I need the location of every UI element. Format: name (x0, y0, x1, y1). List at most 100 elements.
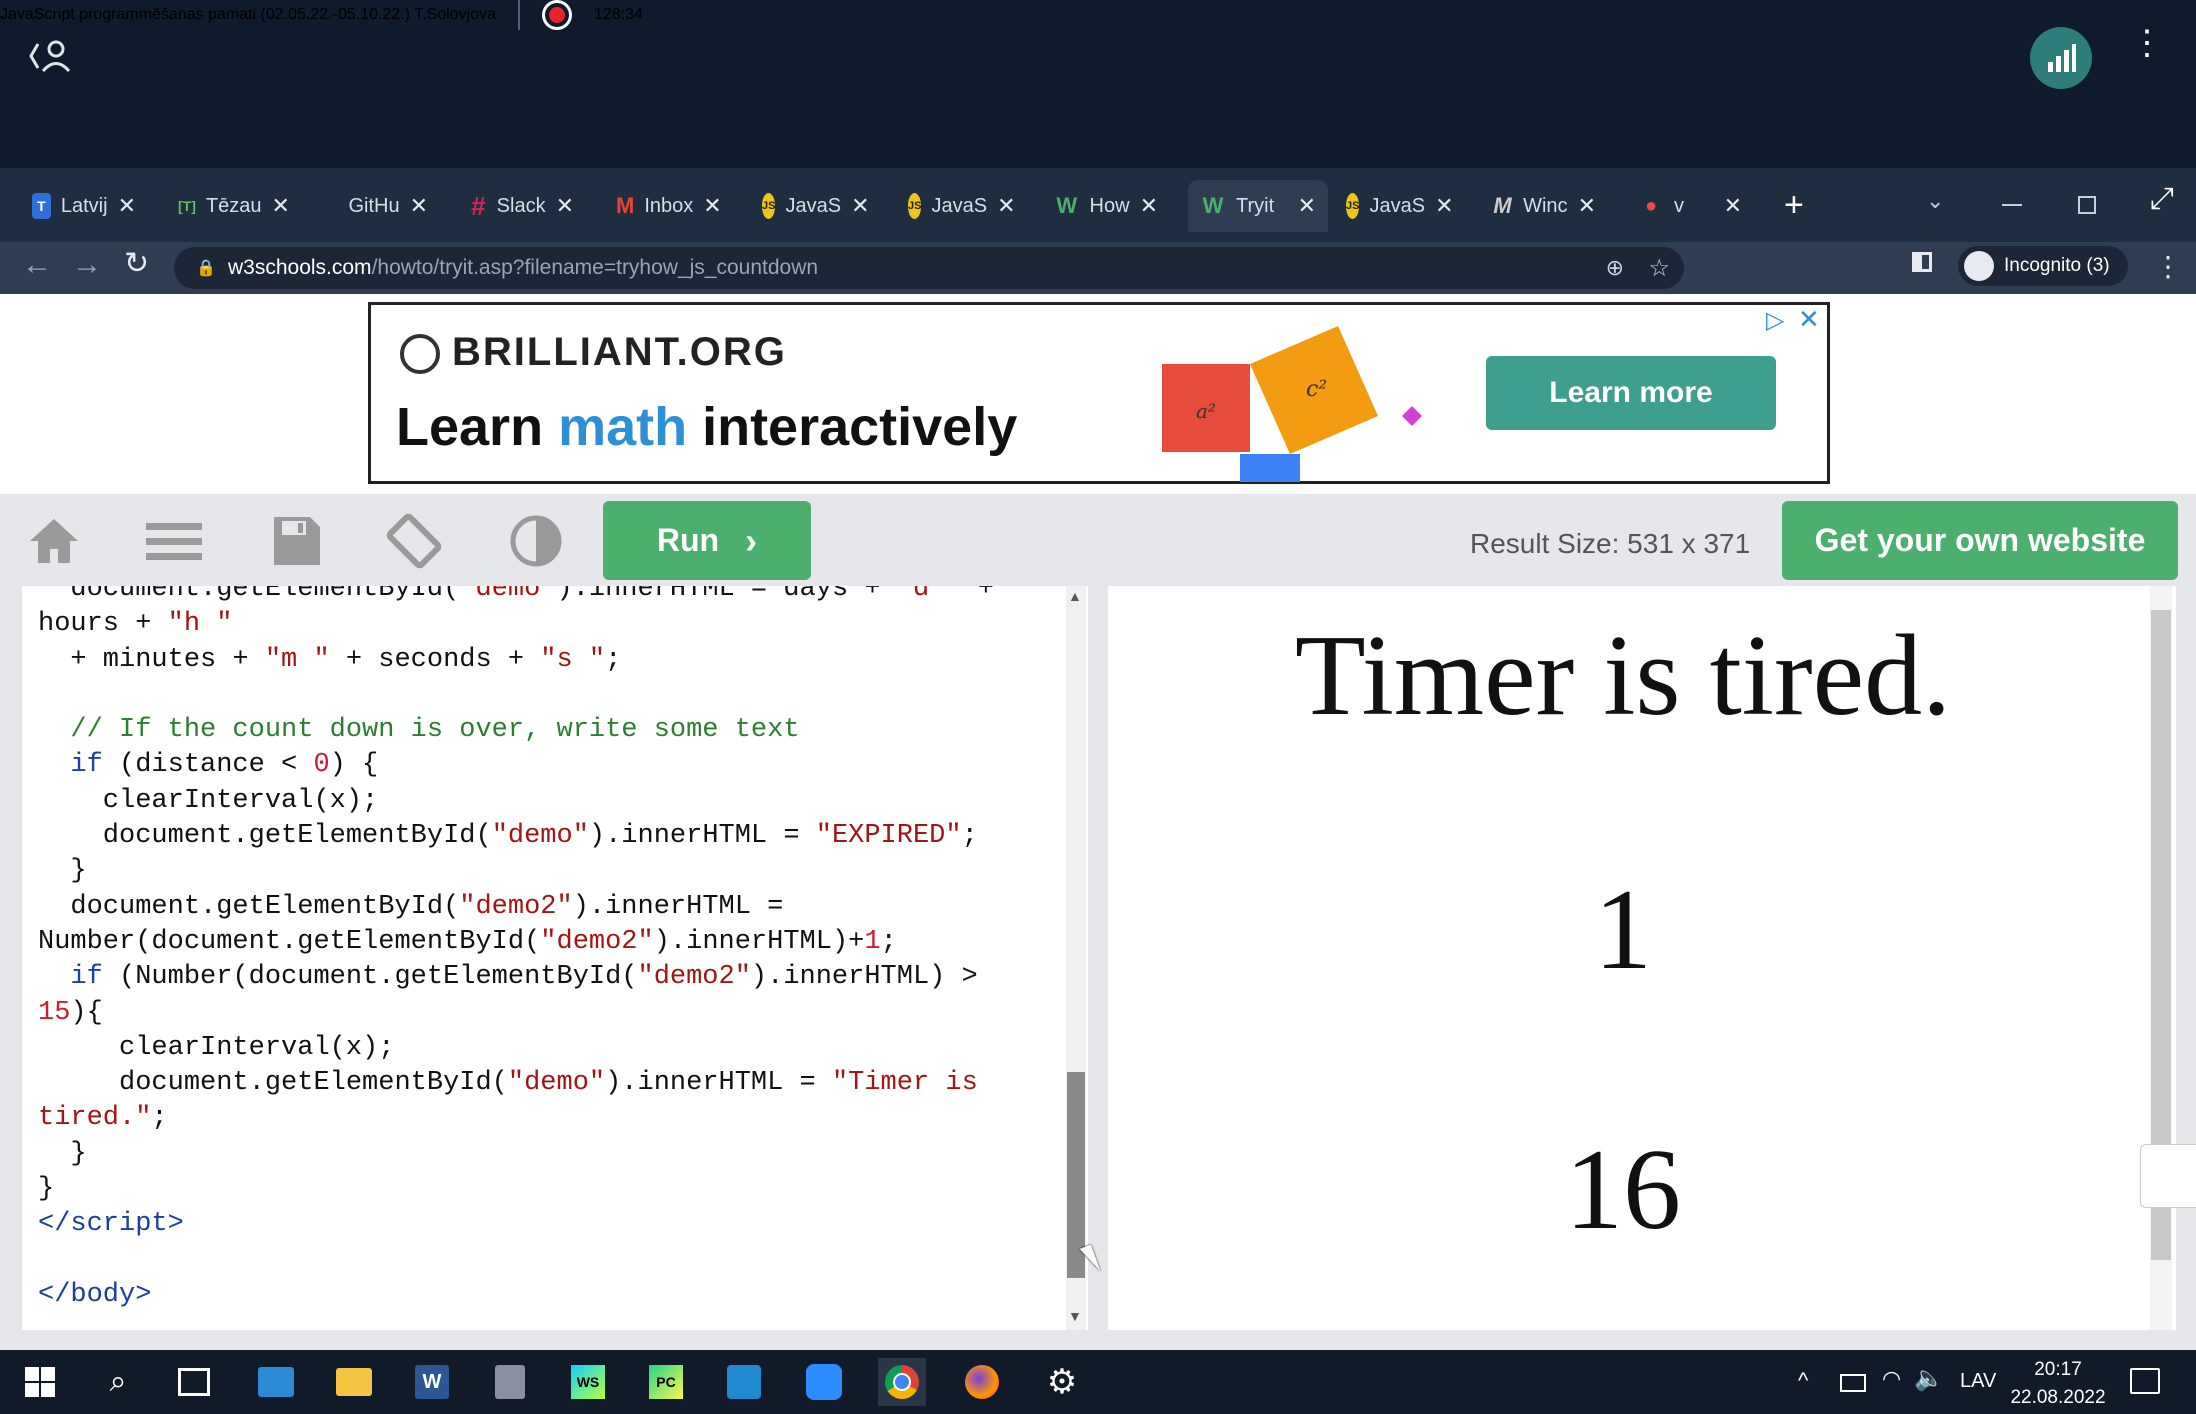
recording-icon (541, 0, 572, 30)
close-icon[interactable]: ✕ (556, 193, 574, 219)
demo2-counter-text: 16 (1565, 1126, 1681, 1254)
js-icon: JS (908, 193, 922, 219)
clock[interactable]: 20:17 22.08.2022 (2010, 1356, 2106, 1412)
profile-label: Incognito (3) (2004, 255, 2110, 276)
firefox-icon[interactable] (958, 1358, 1006, 1406)
chrome-icon[interactable] (878, 1358, 926, 1406)
tab-javas-2[interactable]: JS JavaS ✕ (896, 180, 1024, 232)
menu-icon[interactable] (146, 513, 202, 569)
tray-chevron-icon[interactable]: ^ (1798, 1368, 1808, 1394)
new-tab-icon[interactable]: + (1784, 186, 1804, 225)
tab-label: Latvij (60, 194, 108, 217)
theme-contrast-icon[interactable] (508, 513, 564, 569)
slack-icon: # (471, 190, 486, 221)
zoom-app-icon[interactable] (800, 1358, 848, 1406)
code-editor[interactable]: document.getElementById("demo").innerHTM… (22, 586, 1088, 1330)
close-icon[interactable]: ✕ (703, 193, 721, 219)
ad-choices-icon[interactable]: ▷ (1766, 306, 1784, 335)
tab-tezau[interactable]: [T] Tēzau ✕ (166, 180, 294, 232)
tab-label: JavaS (785, 194, 842, 217)
meeting-title: JavaScript programmēšanas pamati (02.05.… (0, 6, 496, 23)
code-content[interactable]: document.getElementById("demo").innerHTM… (38, 586, 994, 1313)
svg-text:a²: a² (1196, 399, 1216, 423)
close-icon[interactable]: ✕ (1435, 193, 1453, 219)
search-icon[interactable]: ⌕ (94, 1358, 142, 1406)
tab-github[interactable]: GitHu ✕ (312, 180, 440, 232)
close-icon[interactable]: ✕ (1578, 193, 1596, 219)
restore-icon[interactable] (2078, 196, 2096, 214)
back-icon[interactable]: ← (22, 248, 52, 282)
word-icon[interactable]: W (408, 1358, 456, 1406)
windows-start-icon[interactable] (16, 1358, 64, 1406)
signal-bars-icon (2048, 44, 2076, 72)
close-icon[interactable]: ✕ (997, 193, 1015, 219)
lock-icon: 🔒 (196, 260, 216, 277)
svg-text:c²: c² (1306, 377, 1327, 402)
minimize-icon[interactable] (2002, 204, 2022, 206)
tab-inbox[interactable]: M Inbox ✕ (604, 180, 732, 232)
close-icon[interactable]: ✕ (1298, 193, 1316, 219)
w3schools-icon: W (1056, 193, 1078, 218)
medium-icon: M (1493, 193, 1512, 218)
tab-javas-1[interactable]: JS JavaS ✕ (750, 180, 878, 232)
close-icon[interactable]: ✕ (118, 193, 136, 219)
tab-javas-3[interactable]: JS JavaS ✕ (1334, 180, 1462, 232)
headline-part: interactively (687, 397, 1018, 457)
file-explorer-icon[interactable] (330, 1358, 378, 1406)
more-options-icon[interactable]: ⋮ (2130, 26, 2164, 76)
close-icon[interactable]: ✕ (271, 193, 289, 219)
ad-close-icon[interactable]: ✕ (1798, 304, 1820, 335)
close-icon[interactable]: ✕ (1140, 193, 1158, 219)
tab-how[interactable]: W How ✕ (1042, 180, 1170, 232)
side-widget[interactable] (2140, 1144, 2196, 1208)
home-icon[interactable] (26, 513, 82, 569)
close-icon[interactable]: ✕ (410, 193, 428, 219)
scroll-down-arrow-icon[interactable]: ▼ (1068, 1308, 1082, 1324)
tab-label: JavaS (931, 194, 988, 217)
scroll-up-arrow-icon[interactable]: ▲ (1068, 588, 1082, 604)
rotate-orientation-icon[interactable] (386, 513, 442, 569)
tab-favicon-icon: T (32, 193, 51, 219)
pycharm-icon[interactable]: PC (642, 1358, 690, 1406)
app-icon[interactable] (486, 1358, 534, 1406)
leave-meeting-icon[interactable] (28, 36, 74, 76)
tab-label: Tēzau (205, 194, 262, 217)
learn-more-button[interactable]: Learn more (1486, 356, 1776, 430)
clock-date: 22.08.2022 (2010, 1387, 2106, 1408)
signal-button[interactable] (2030, 27, 2092, 89)
forward-icon[interactable]: → (72, 248, 102, 282)
close-icon[interactable]: ✕ (851, 193, 869, 219)
tab-tryit[interactable]: W Tryit ✕ (1188, 180, 1328, 232)
run-button[interactable]: Run › (603, 501, 811, 580)
get-your-own-website-button[interactable]: Get your own website (1782, 501, 2178, 580)
webstorm-icon[interactable]: WS (564, 1358, 612, 1406)
fullscreen-icon[interactable]: ⤢ (2150, 182, 2174, 216)
tab-label: Tryit (1236, 194, 1275, 217)
tab-label: Inbox (644, 194, 694, 217)
language-indicator[interactable]: LAV (1960, 1370, 1996, 1393)
incognito-chip[interactable]: Incognito (3) (1958, 246, 2128, 286)
outlook-icon[interactable] (252, 1358, 300, 1406)
tab-slack[interactable]: # Slack ✕ (458, 180, 586, 232)
tab-recording[interactable]: ● v ✕ (1626, 180, 1754, 232)
volume-icon[interactable]: 🔈 (1914, 1364, 1944, 1393)
task-view-icon[interactable] (170, 1358, 218, 1406)
wifi-icon[interactable]: ◠ (1882, 1366, 1901, 1392)
browser-menu-icon[interactable]: ⋮ (2154, 250, 2182, 283)
js-icon: JS (762, 193, 776, 219)
tab-winc[interactable]: M Winc ✕ (1480, 180, 1608, 232)
tab-search-chevron-icon[interactable]: ⌄ (1926, 188, 1944, 214)
w3schools-icon: W (1202, 193, 1224, 218)
vscode-icon[interactable] (720, 1358, 768, 1406)
bookmark-star-icon[interactable]: ☆ (1648, 254, 1670, 283)
zoom-icon[interactable]: ⊕ (1606, 255, 1624, 281)
result-frame[interactable]: Timer is tired. 1 16 (1108, 586, 2176, 1330)
save-icon[interactable] (268, 513, 324, 569)
side-panel-icon[interactable] (1912, 252, 1932, 272)
close-icon[interactable]: ✕ (1724, 193, 1742, 219)
tab-latvij[interactable]: T Latvij ✕ (20, 180, 148, 232)
notifications-icon[interactable] (2130, 1368, 2160, 1394)
settings-gear-icon[interactable]: ⚙ (1038, 1358, 1086, 1406)
address-bar[interactable]: 🔒 w3schools.com/howto/tryit.asp?filename… (174, 247, 1684, 289)
reload-icon[interactable]: ↻ (124, 246, 149, 281)
